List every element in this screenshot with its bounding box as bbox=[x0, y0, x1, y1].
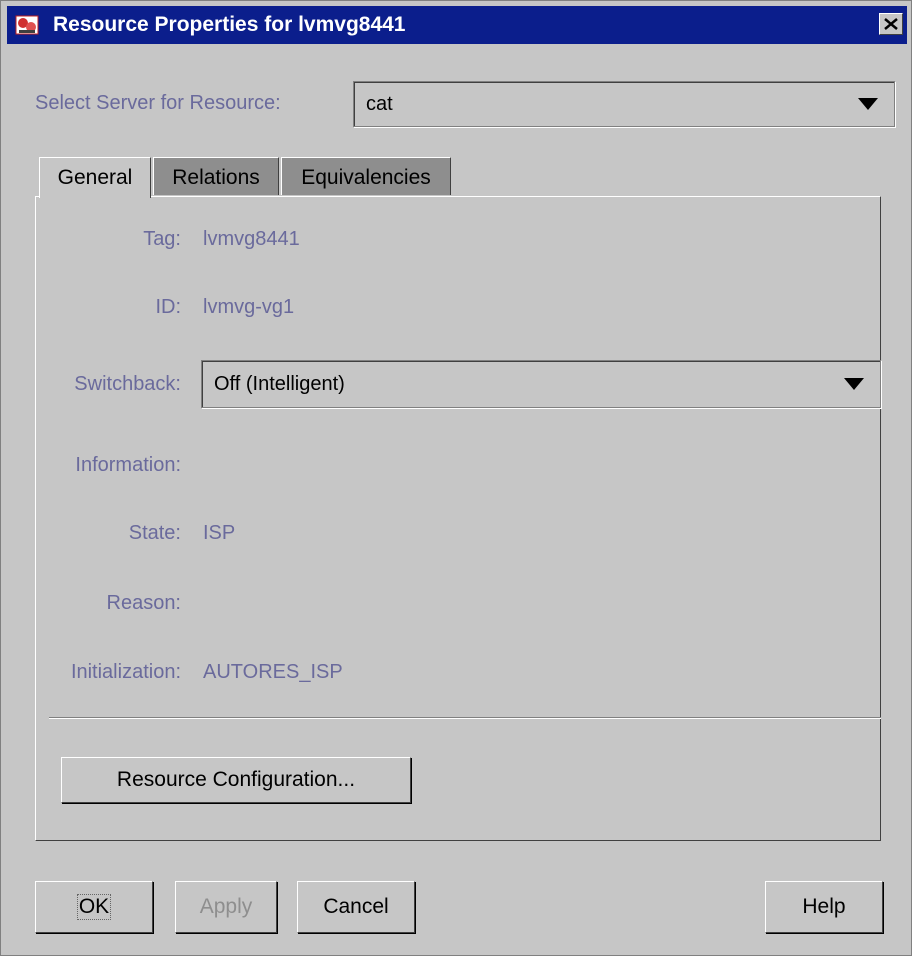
help-button[interactable]: Help bbox=[765, 881, 883, 933]
ok-button[interactable]: OK bbox=[35, 881, 153, 933]
state-value: ISP bbox=[203, 522, 236, 544]
chevron-down-icon bbox=[858, 98, 878, 110]
tab-relations[interactable]: Relations bbox=[153, 157, 279, 195]
id-label: ID: bbox=[155, 296, 181, 318]
switchback-select-value: Off (Intelligent) bbox=[214, 372, 345, 395]
server-select-value: cat bbox=[366, 92, 393, 115]
app-icon bbox=[15, 15, 39, 35]
tab-relations-label: Relations bbox=[172, 166, 260, 189]
resource-properties-dialog: Resource Properties for lvmvg8441 Select… bbox=[0, 0, 912, 956]
apply-button-label: Apply bbox=[199, 895, 253, 918]
resource-configuration-button[interactable]: Resource Configuration... bbox=[61, 757, 411, 803]
tab-general[interactable]: General bbox=[39, 157, 151, 198]
switchback-select[interactable]: Off (Intelligent) bbox=[201, 360, 881, 408]
panel-separator bbox=[49, 717, 881, 719]
window-title: Resource Properties for lvmvg8441 bbox=[53, 13, 406, 36]
help-button-label: Help bbox=[802, 895, 846, 918]
tab-equivalencies-label: Equivalencies bbox=[301, 166, 431, 189]
server-select[interactable]: cat bbox=[353, 81, 895, 127]
state-label: State: bbox=[128, 522, 181, 544]
switchback-label: Switchback: bbox=[74, 373, 181, 395]
title-bar[interactable]: Resource Properties for lvmvg8441 bbox=[7, 6, 907, 44]
resource-configuration-button-label: Resource Configuration... bbox=[116, 768, 356, 791]
cancel-button-label: Cancel bbox=[323, 895, 389, 918]
ok-button-label: OK bbox=[76, 894, 112, 920]
apply-button[interactable]: Apply bbox=[175, 881, 277, 933]
reason-label: Reason: bbox=[106, 592, 182, 614]
information-label: Information: bbox=[75, 454, 181, 476]
general-tab-panel bbox=[35, 196, 881, 841]
tag-value: lvmvg8441 bbox=[203, 228, 300, 250]
tag-label: Tag: bbox=[143, 228, 181, 250]
initialization-label: Initialization: bbox=[70, 661, 181, 683]
close-button[interactable] bbox=[879, 13, 903, 35]
tab-equivalencies[interactable]: Equivalencies bbox=[281, 157, 451, 195]
initialization-value: AUTORES_ISP bbox=[203, 661, 343, 683]
tab-general-label: General bbox=[57, 166, 133, 189]
server-label: Select Server for Resource: bbox=[35, 92, 281, 114]
cancel-button[interactable]: Cancel bbox=[297, 881, 415, 933]
close-icon bbox=[884, 18, 898, 30]
chevron-down-icon bbox=[844, 378, 864, 390]
id-value: lvmvg-vg1 bbox=[203, 296, 295, 318]
